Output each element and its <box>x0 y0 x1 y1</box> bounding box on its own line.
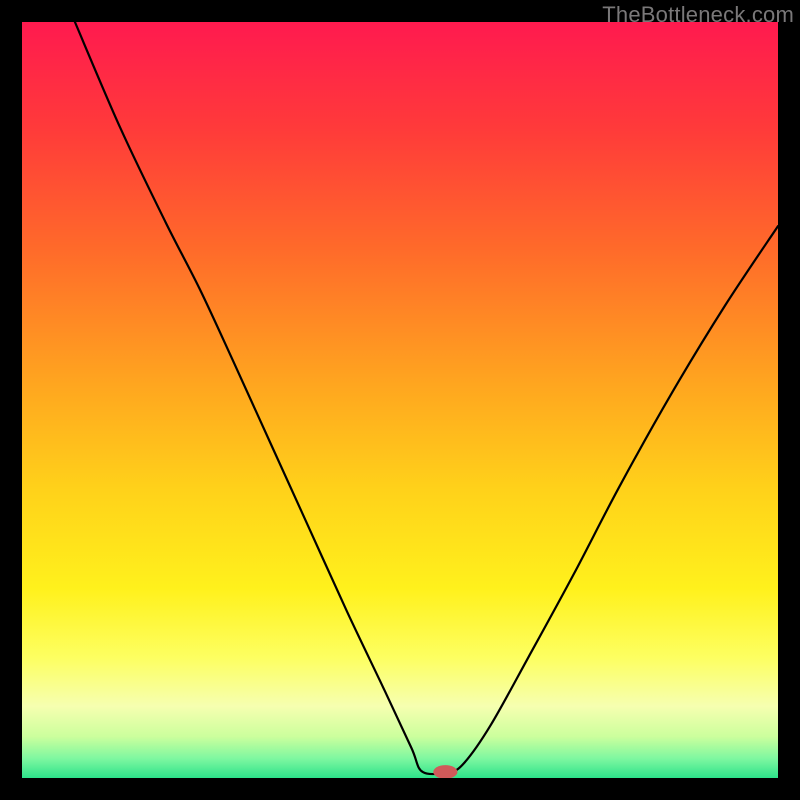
plot-area <box>22 22 778 778</box>
gradient-background <box>22 22 778 778</box>
chart-svg <box>22 22 778 778</box>
watermark-label: TheBottleneck.com <box>602 2 794 28</box>
chart-frame: TheBottleneck.com <box>0 0 800 800</box>
